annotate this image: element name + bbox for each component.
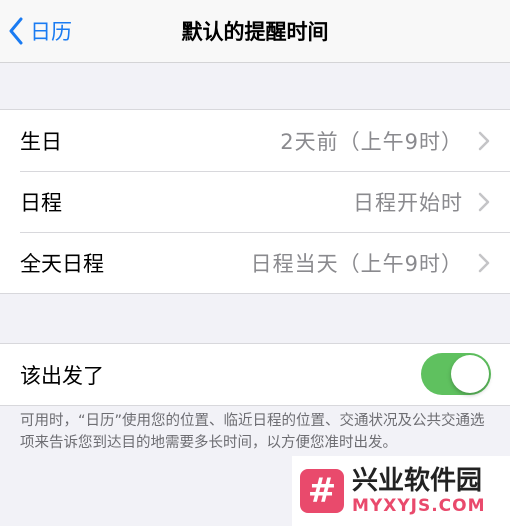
event-row[interactable]: 日程 日程开始时 bbox=[0, 171, 510, 232]
navigation-bar: 日历 默认的提醒时间 bbox=[0, 0, 510, 63]
watermark-title: 兴业软件园 bbox=[352, 466, 483, 496]
chevron-right-icon bbox=[478, 131, 490, 150]
page-title: 默认的提醒时间 bbox=[181, 20, 329, 44]
all-day-event-row[interactable]: 全天日程 日程当天（上午9时） bbox=[0, 232, 510, 293]
time-to-leave-toggle[interactable] bbox=[421, 353, 491, 395]
birthday-row[interactable]: 生日 2天前（上午9时） bbox=[0, 110, 510, 171]
chevron-right-icon bbox=[478, 192, 490, 211]
watermark-logo-icon: # bbox=[300, 469, 344, 513]
row-label: 该出发了 bbox=[20, 363, 104, 388]
watermark-text: 兴业软件园 MYXYJS.COM bbox=[352, 466, 486, 516]
chevron-right-icon bbox=[478, 253, 490, 272]
time-to-leave-row: 该出发了 bbox=[0, 344, 510, 405]
row-label: 生日 bbox=[20, 129, 62, 154]
row-label: 日程 bbox=[20, 190, 62, 215]
watermark: # 兴业软件园 MYXYJS.COM bbox=[292, 456, 510, 526]
toggle-knob bbox=[451, 355, 489, 393]
row-value: 日程开始时 bbox=[353, 190, 463, 215]
row-value: 2天前（上午9时） bbox=[280, 129, 463, 154]
alert-times-group: 生日 2天前（上午9时） 日程 日程开始时 全天日程 日程当天（上午9时） bbox=[0, 109, 510, 294]
footer-note: 可用时，“日历”使用您的位置、临近日程的位置、交通状况及公共交通选项来告诉您到达… bbox=[20, 413, 485, 451]
row-value: 日程当天（上午9时） bbox=[250, 251, 463, 276]
row-label: 全天日程 bbox=[20, 251, 104, 276]
watermark-subtitle: MYXYJS.COM bbox=[352, 496, 486, 516]
time-to-leave-group: 该出发了 bbox=[0, 343, 510, 406]
